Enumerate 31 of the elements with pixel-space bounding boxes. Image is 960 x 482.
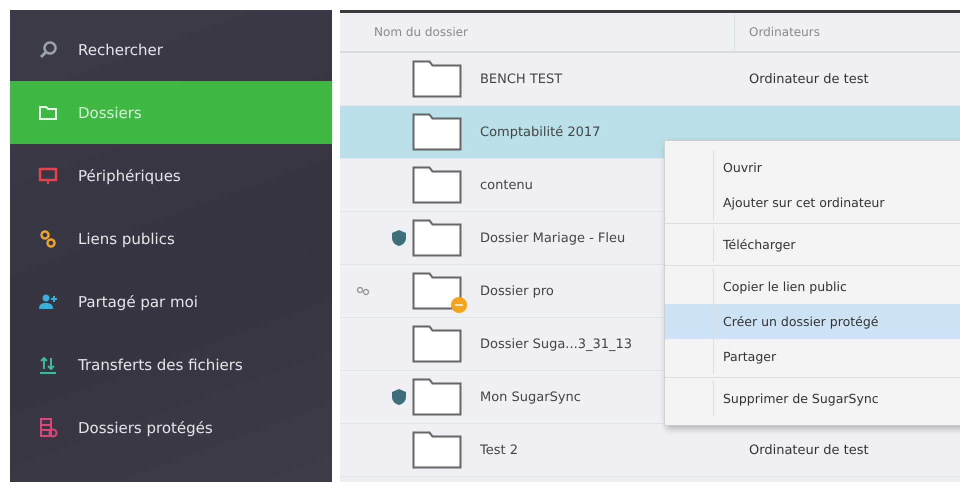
sidebar-item[interactable]: Partagé par moi xyxy=(10,270,332,333)
folder-icon xyxy=(412,60,462,98)
folder-name: Test 2 xyxy=(480,442,518,458)
folder-name: BENCH TEST xyxy=(480,72,562,86)
sidebar-item[interactable]: Transferts des fichiers xyxy=(10,333,332,396)
computer-name: Ordinateur de test xyxy=(749,442,869,458)
folder-icon xyxy=(412,431,462,469)
folder-icon xyxy=(412,378,462,416)
folder-name: Comptabilité 2017 xyxy=(480,124,600,140)
protected-folder-icon xyxy=(38,418,58,438)
sidebar-item[interactable]: Dossiers protégés xyxy=(10,396,332,459)
computer-name: Ordinateur de test xyxy=(749,72,869,86)
link-icon xyxy=(38,228,58,248)
menu-item[interactable]: Créer un dossier protégé xyxy=(665,304,960,339)
search-icon xyxy=(38,40,58,60)
folder-name: Dossier Mariage - Fleu xyxy=(480,230,626,246)
people-icon xyxy=(38,292,58,312)
monitor-icon xyxy=(38,166,58,186)
folder-icon xyxy=(412,219,462,257)
folder-name: contenu xyxy=(480,178,533,192)
folder-name: Dossier Suga...3_31_13 xyxy=(480,336,632,352)
sidebar-item[interactable]: Rechercher xyxy=(10,18,332,81)
folder-icon xyxy=(412,272,462,310)
folder-name: Dossier pro xyxy=(480,284,554,298)
folder-icon xyxy=(412,113,462,151)
transfer-icon xyxy=(38,354,58,374)
folder-icon xyxy=(412,166,462,204)
folder-name: Mon SugarSync xyxy=(480,390,581,404)
sidebar-item[interactable]: Périphériques xyxy=(10,144,332,207)
folder-icon xyxy=(412,325,462,363)
sidebar-item[interactable]: Liens publics xyxy=(10,207,332,270)
